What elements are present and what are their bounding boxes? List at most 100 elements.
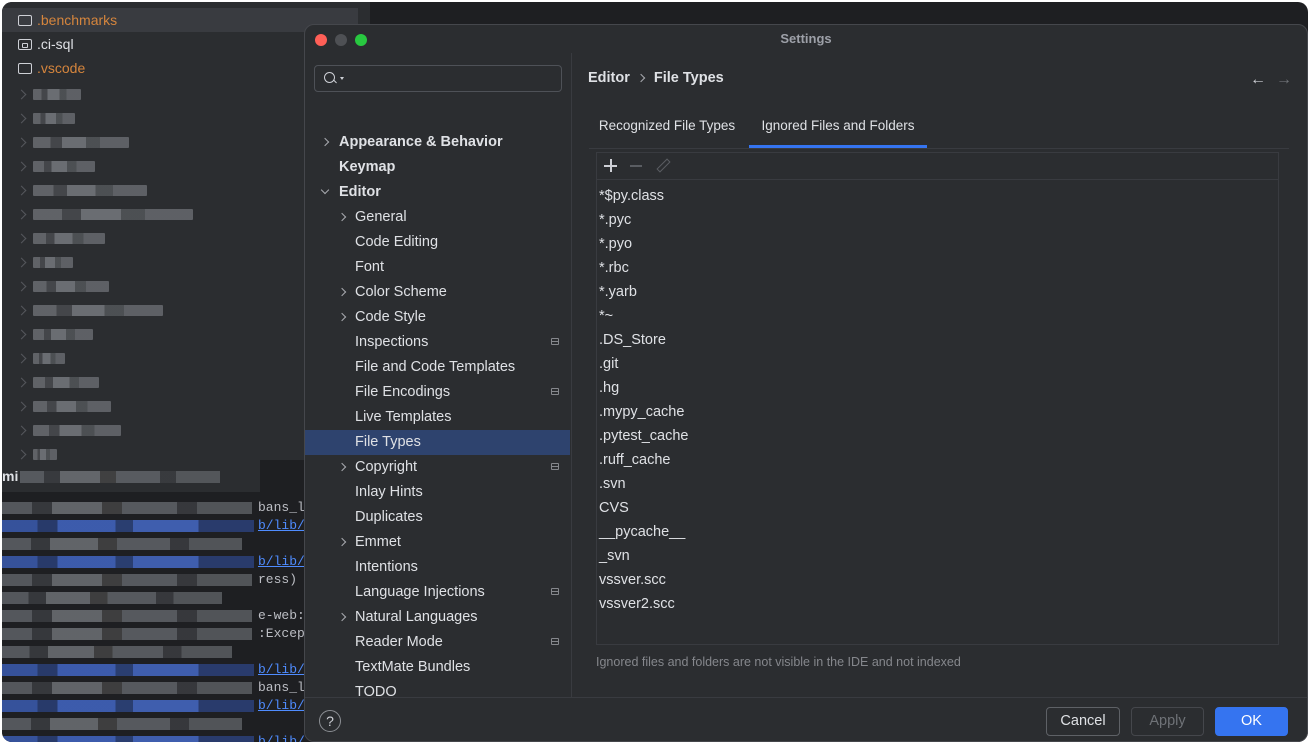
tree-item-blurred[interactable]: [16, 448, 57, 460]
tree-item-blurred[interactable]: [16, 208, 193, 220]
ok-button[interactable]: OK: [1215, 707, 1288, 736]
nav-item-file-encodings[interactable]: File Encodings: [305, 380, 570, 405]
ignored-entry[interactable]: *.pyc: [599, 208, 688, 232]
tree-item-blurred[interactable]: [16, 136, 129, 148]
terminal-panel[interactable]: bans_l b/lib/ b/lib/ ress) e-web: :Excep…: [2, 492, 307, 742]
close-window-button[interactable]: [315, 34, 327, 46]
terminal-link[interactable]: b/lib/: [258, 698, 305, 714]
nav-item-font[interactable]: Font: [305, 255, 570, 280]
chevron-right-icon: [16, 161, 27, 171]
chevron-right-icon[interactable]: [320, 137, 330, 147]
tab-ignored-files-and-folders[interactable]: Ignored Files and Folders: [749, 111, 927, 148]
nav-item-general[interactable]: General: [305, 205, 570, 230]
blurred-link: [2, 556, 254, 568]
chevron-down-icon[interactable]: [320, 185, 330, 195]
tree-item-blurred[interactable]: [16, 112, 75, 124]
ignored-entry[interactable]: .ruff_cache: [599, 448, 688, 472]
nav-item-keymap[interactable]: Keymap: [305, 155, 570, 180]
nav-item-natural-languages[interactable]: Natural Languages: [305, 605, 570, 630]
terminal-link[interactable]: b/lib/: [258, 662, 305, 678]
tree-item-blurred[interactable]: [16, 328, 93, 340]
ignored-entry[interactable]: *.pyo: [599, 232, 688, 256]
tree-item-blurred[interactable]: [16, 400, 111, 412]
terminal-link[interactable]: b/lib/: [258, 734, 305, 742]
forward-arrow-icon[interactable]: →: [1276, 71, 1292, 89]
tree-item-blurred[interactable]: [16, 424, 121, 436]
nav-item-file-types[interactable]: File Types: [305, 430, 570, 455]
breadcrumb-parent[interactable]: Editor: [588, 70, 630, 86]
ignored-entry[interactable]: .svn: [599, 472, 688, 496]
nav-item-textmate-bundles[interactable]: TextMate Bundles: [305, 655, 570, 680]
edit-icon[interactable]: [653, 157, 671, 175]
ignored-entry[interactable]: .mypy_cache: [599, 400, 688, 424]
file-types-tabs: Recognized File Types Ignored Files and …: [589, 111, 1289, 149]
tree-item-blurred[interactable]: [16, 376, 99, 388]
breadcrumb-current: File Types: [653, 70, 724, 86]
ignored-entry[interactable]: vssver2.scc: [599, 592, 688, 616]
search-input[interactable]: [349, 68, 553, 90]
minimize-window-button[interactable]: [335, 34, 347, 46]
ignored-entry[interactable]: .pytest_cache: [599, 424, 688, 448]
nav-item-duplicates[interactable]: Duplicates: [305, 505, 570, 530]
tree-item-blurred[interactable]: [16, 256, 73, 268]
nav-item-intentions[interactable]: Intentions: [305, 555, 570, 580]
ignored-list[interactable]: *$py.class *.pyc *.pyo *.rbc *.yarb *~ .DS_Sto…: [596, 152, 1279, 645]
settings-search[interactable]: [314, 65, 562, 92]
tab-recognized-file-types[interactable]: Recognized File Types: [589, 111, 745, 148]
terminal-fragment: bans_l: [258, 680, 305, 695]
tree-item-blurred[interactable]: [16, 280, 109, 292]
blurred-text: [33, 304, 163, 316]
nav-item-copyright[interactable]: Copyright: [305, 455, 570, 480]
ignored-entry[interactable]: .hg: [599, 376, 688, 400]
tree-item-blurred[interactable]: [16, 88, 81, 100]
ignored-entry[interactable]: *$py.class: [599, 184, 688, 208]
help-icon[interactable]: ?: [319, 710, 341, 732]
nav-item-appearance-behavior[interactable]: Appearance & Behavior: [305, 130, 570, 155]
nav-item-language-injections[interactable]: Language Injections: [305, 580, 570, 605]
ignored-entry[interactable]: _svn: [599, 544, 688, 568]
ignored-entry[interactable]: CVS: [599, 496, 688, 520]
ignored-entry[interactable]: *.rbc: [599, 256, 688, 280]
back-arrow-icon[interactable]: ←: [1250, 71, 1266, 89]
nav-item-editor[interactable]: Editor: [305, 180, 570, 205]
nav-item-label: Reader Mode: [355, 634, 443, 650]
ignored-entry[interactable]: __pycache__: [599, 520, 688, 544]
nav-item-inspections[interactable]: Inspections: [305, 330, 570, 355]
nav-item-color-scheme[interactable]: Color Scheme: [305, 280, 570, 305]
nav-item-inlay-hints[interactable]: Inlay Hints: [305, 480, 570, 505]
nav-item-live-templates[interactable]: Live Templates: [305, 405, 570, 430]
nav-item-file-and-code-templates[interactable]: File and Code Templates: [305, 355, 570, 380]
ignored-entry[interactable]: *.yarb: [599, 280, 688, 304]
chevron-right-icon[interactable]: [337, 287, 347, 297]
nav-item-reader-mode[interactable]: Reader Mode: [305, 630, 570, 655]
chevron-right-icon[interactable]: [337, 312, 347, 322]
tree-item-blurred[interactable]: [16, 184, 147, 196]
chevron-right-icon[interactable]: [337, 462, 347, 472]
nav-item-code-editing[interactable]: Code Editing: [305, 230, 570, 255]
remove-icon[interactable]: [627, 157, 645, 175]
ignored-entry[interactable]: *~: [599, 304, 688, 328]
zoom-window-button[interactable]: [355, 34, 367, 46]
terminal-link[interactable]: b/lib/: [258, 554, 305, 570]
cancel-button[interactable]: Cancel: [1046, 707, 1120, 736]
list-toolbar: [597, 153, 1278, 180]
chevron-right-icon[interactable]: [337, 212, 347, 222]
chevron-right-icon[interactable]: [337, 612, 347, 622]
ignored-entry[interactable]: .git: [599, 352, 688, 376]
tree-item-blurred[interactable]: [16, 304, 163, 316]
apply-button[interactable]: Apply: [1131, 707, 1204, 736]
add-icon[interactable]: [601, 157, 619, 175]
nav-item-label: Copyright: [355, 459, 418, 475]
chevron-right-icon: [16, 305, 27, 315]
search-options-caret-icon[interactable]: [340, 77, 344, 80]
tree-item-blurred[interactable]: [16, 160, 95, 172]
ignored-entry[interactable]: vssver.scc: [599, 568, 688, 592]
tree-item-blurred[interactable]: [16, 352, 65, 364]
chevron-right-icon[interactable]: [337, 537, 347, 547]
tree-item-blurred[interactable]: [16, 232, 105, 244]
nav-item-emmet[interactable]: Emmet: [305, 530, 570, 555]
ignored-entry[interactable]: .DS_Store: [599, 328, 688, 352]
terminal-link[interactable]: b/lib/: [258, 518, 305, 534]
blurred-text: [33, 160, 95, 172]
nav-item-code-style[interactable]: Code Style: [305, 305, 570, 330]
